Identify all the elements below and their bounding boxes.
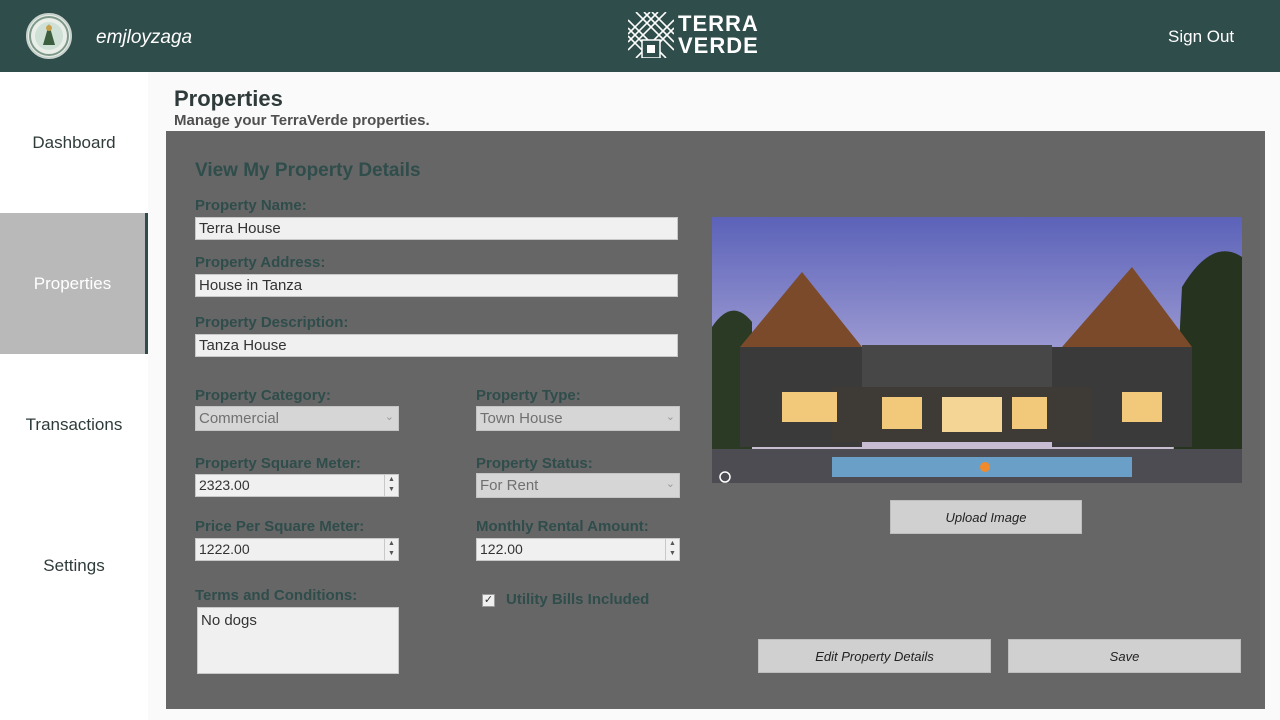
chevron-down-icon: ⌄ [665,478,675,490]
sign-out-button[interactable]: Sign Out [1168,27,1234,47]
property-status-value: For Rent [480,477,539,494]
upload-image-button[interactable]: Upload Image [890,500,1082,534]
property-name-label: Property Name: [195,197,307,214]
terms-textarea[interactable]: No dogs [197,607,399,674]
sidebar-item-dashboard[interactable]: Dashboard [0,72,148,213]
top-header: emjloyzaga TERRA VERDE Sign Out [0,0,1280,72]
page-subtitle: Manage your TerraVerde properties. [174,112,430,129]
brand-line-1: TERRA [678,11,759,36]
property-description-field[interactable]: Tanza House [195,334,678,357]
edit-property-button[interactable]: Edit Property Details [758,639,991,673]
chevron-down-icon: ⌄ [384,411,394,423]
form-heading: View My Property Details [195,160,421,181]
property-sqm-label: Property Square Meter: [195,455,361,472]
brand-logo: TERRA VERDE [628,12,759,58]
page-title: Properties [174,86,283,111]
property-image [712,217,1242,483]
property-name-field[interactable]: Terra House [195,217,678,240]
stepper-arrows-icon[interactable]: ▲ ▼ [384,475,398,496]
property-category-value: Commercial [199,410,280,427]
property-description-label: Property Description: [195,314,349,331]
save-button[interactable]: Save [1008,639,1241,673]
brand-line-2: VERDE [678,33,759,58]
org-seal-logo [26,13,72,59]
price-per-sqm-label: Price Per Square Meter: [195,518,365,535]
property-category-select[interactable]: Commercial ⌄ [195,406,399,431]
brand-mark-icon [628,12,674,58]
property-type-select[interactable]: Town House ⌄ [476,406,680,431]
stepper-arrows-icon[interactable]: ▲ ▼ [665,539,679,560]
sidebar: Dashboard Properties Transactions Settin… [0,72,148,720]
username-label: emjloyzaga [96,27,193,48]
price-per-sqm-stepper[interactable]: 1222.00 ▲ ▼ [195,538,399,561]
sidebar-item-transactions[interactable]: Transactions [0,354,148,495]
property-type-value: Town House [480,410,563,427]
monthly-rental-value: 122.00 [480,541,523,557]
property-status-select[interactable]: For Rent ⌄ [476,473,680,498]
utility-bills-label: Utility Bills Included [506,591,650,608]
sidebar-item-settings[interactable]: Settings [0,495,148,636]
terms-label: Terms and Conditions: [195,587,358,604]
property-address-field[interactable]: House in Tanza [195,274,678,297]
utility-bills-checkbox[interactable]: ✓ [482,594,495,607]
property-category-label: Property Category: [195,387,331,404]
property-details-panel: View My Property Details Property Name: … [166,131,1265,709]
chevron-down-icon: ⌄ [665,411,675,423]
price-per-sqm-value: 1222.00 [199,541,250,557]
property-sqm-value: 2323.00 [199,477,250,493]
sidebar-item-properties[interactable]: Properties [0,213,148,354]
property-address-label: Property Address: [195,254,326,271]
property-type-label: Property Type: [476,387,581,404]
monthly-rental-label: Monthly Rental Amount: [476,518,649,535]
brand-name: TERRA VERDE [678,13,759,57]
stepper-arrows-icon[interactable]: ▲ ▼ [384,539,398,560]
check-icon: ✓ [483,594,494,606]
property-sqm-stepper[interactable]: 2323.00 ▲ ▼ [195,474,399,497]
property-status-label: Property Status: [476,455,593,472]
monthly-rental-stepper[interactable]: 122.00 ▲ ▼ [476,538,680,561]
main-content: Properties Manage your TerraVerde proper… [148,72,1280,720]
